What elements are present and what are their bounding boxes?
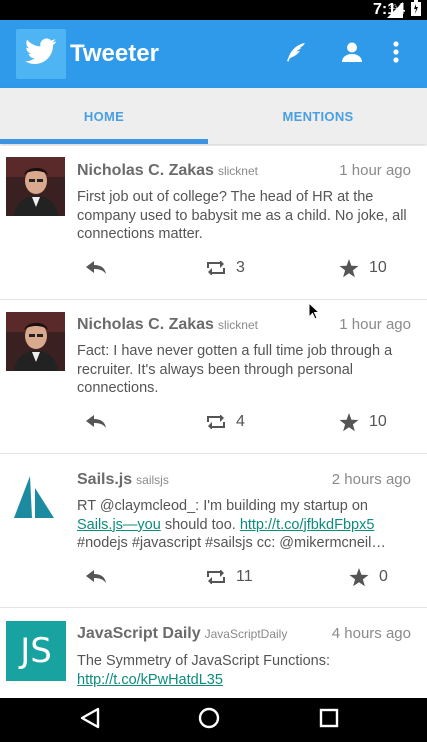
tweet-text: The Symmetry of JavaScript Functions: ht… <box>77 652 402 689</box>
battery-icon <box>411 0 421 21</box>
tweet-text: Fact: I have never gotten a full time jo… <box>77 343 393 396</box>
author-handle: slicknet <box>217 164 258 178</box>
back-triangle-icon <box>80 707 100 734</box>
home-circle-icon <box>198 707 220 734</box>
author-name: JavaScript Daily <box>77 625 201 642</box>
tab-home[interactable]: HOME <box>0 88 208 144</box>
text-segment: #nodejs #javascript #sailsjs cc: @mikerm… <box>77 535 386 551</box>
retweet-icon <box>206 415 226 429</box>
reply-icon <box>86 570 106 584</box>
tweet-author[interactable]: Nicholas C. Zakas slicknet <box>77 316 258 334</box>
tweet-link[interactable]: http://t.co/jfbkdFbpx5 <box>240 517 375 533</box>
author-name: Nicholas C. Zakas <box>77 316 214 333</box>
bird-icon <box>25 38 57 71</box>
system-navigation-bar <box>0 698 427 742</box>
tweet-author[interactable]: JavaScript Daily JavaScriptDaily <box>77 625 287 643</box>
profile-button[interactable] <box>338 40 366 68</box>
tweet-author[interactable]: Sails.js sailsjs <box>77 471 169 489</box>
star-icon <box>339 258 359 278</box>
tweet-time: 4 hours ago <box>331 625 411 642</box>
reply-button[interactable] <box>86 409 106 435</box>
tweet-item[interactable]: Sails.js sailsjs 2 hours ago RT @claymcle… <box>0 454 427 608</box>
tweet-actions: 3 10 <box>0 255 427 281</box>
retweet-icon <box>206 261 226 275</box>
tweet-feed[interactable]: Nicholas C. Zakas slicknet 1 hour ago Fir… <box>0 146 427 698</box>
recents-square-icon <box>319 708 339 733</box>
favorite-button[interactable]: 10 <box>339 255 387 281</box>
avatar[interactable] <box>6 466 65 525</box>
favorite-button[interactable]: 10 <box>339 409 387 435</box>
favorite-button[interactable]: 0 <box>349 564 388 590</box>
tweet-link[interactable]: Sails.js—you <box>77 517 161 533</box>
retweet-count: 3 <box>236 259 245 276</box>
tweet-link[interactable]: http://t.co/kPwHatdL35 <box>77 672 223 688</box>
favorite-count: 10 <box>369 413 387 430</box>
status-bar: 3G 7:14 <box>0 0 427 20</box>
app-bar: Tweeter <box>0 20 427 88</box>
compose-button[interactable] <box>282 40 310 68</box>
text-segment: should too. <box>160 516 240 533</box>
tweet-time: 1 hour ago <box>339 316 411 333</box>
text-segment: RT @claymcleod_: I'm building my startup… <box>77 498 368 514</box>
author-name: Sails.js <box>77 471 133 488</box>
favorite-count: 0 <box>379 568 388 585</box>
tab-bar: HOME MENTIONS <box>0 88 427 144</box>
app-title: Tweeter <box>70 40 159 67</box>
home-button[interactable] <box>197 707 221 734</box>
tweet-time: 2 hours ago <box>331 471 411 488</box>
avatar[interactable] <box>6 312 65 371</box>
tweet-text: RT @claymcleod_: I'm building my startup… <box>77 497 412 553</box>
feather-icon <box>285 41 307 68</box>
text-segment: The Symmetry of JavaScript Functions: <box>77 653 331 669</box>
favorite-count: 10 <box>369 259 387 276</box>
reply-button[interactable] <box>86 255 106 281</box>
author-handle: sailsjs <box>136 473 169 487</box>
overflow-menu-icon <box>393 40 399 68</box>
author-name: Nicholas C. Zakas <box>77 162 214 179</box>
app-logo <box>16 29 66 79</box>
avatar[interactable]: JS <box>6 621 66 681</box>
retweet-count: 11 <box>236 568 253 585</box>
retweet-icon <box>206 570 226 584</box>
tweet-author[interactable]: Nicholas C. Zakas slicknet <box>77 162 258 180</box>
reply-button[interactable] <box>86 564 106 590</box>
author-handle: slicknet <box>217 318 258 332</box>
tweet-time: 1 hour ago <box>339 162 411 179</box>
retweet-button[interactable]: 3 <box>206 255 245 281</box>
active-tab-indicator <box>0 139 208 144</box>
tweet-actions: 4 10 <box>0 409 427 435</box>
star-icon <box>349 567 369 587</box>
tweet-item[interactable]: Nicholas C. Zakas slicknet 1 hour ago Fir… <box>0 146 427 300</box>
reply-icon <box>86 415 106 429</box>
tweet-item[interactable]: JS JavaScript Daily JavaScriptDaily 4 hou… <box>0 608 427 698</box>
star-icon <box>339 412 359 432</box>
retweet-button[interactable]: 11 <box>206 564 253 590</box>
reply-icon <box>86 261 106 275</box>
avatar-initials: JS <box>20 631 52 671</box>
retweet-count: 4 <box>236 413 245 430</box>
recents-button[interactable] <box>317 708 341 732</box>
person-icon <box>341 41 363 68</box>
tweet-item[interactable]: Nicholas C. Zakas slicknet 1 hour ago Fac… <box>0 300 427 454</box>
back-button[interactable] <box>78 707 102 734</box>
overflow-menu-button[interactable] <box>382 40 410 68</box>
tweet-actions: 11 0 <box>0 564 427 590</box>
tweet-text: First job out of college? The head of HR… <box>77 189 407 242</box>
clock-time: 7:14 <box>372 1 405 18</box>
tab-mentions[interactable]: MENTIONS <box>209 88 427 144</box>
avatar[interactable] <box>6 157 65 216</box>
retweet-button[interactable]: 4 <box>206 409 245 435</box>
mouse-cursor <box>308 301 321 320</box>
author-handle: JavaScriptDaily <box>204 627 288 641</box>
